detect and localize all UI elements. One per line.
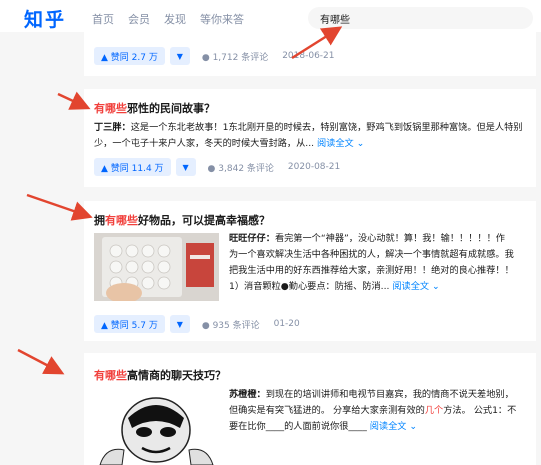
arrow-to-search (291, 26, 343, 60)
arrow-to-card4-title (17, 348, 65, 375)
arrow-to-card2-title (57, 91, 91, 110)
annotation-arrows (17, 26, 343, 375)
arrow-to-card3-title (26, 193, 93, 221)
